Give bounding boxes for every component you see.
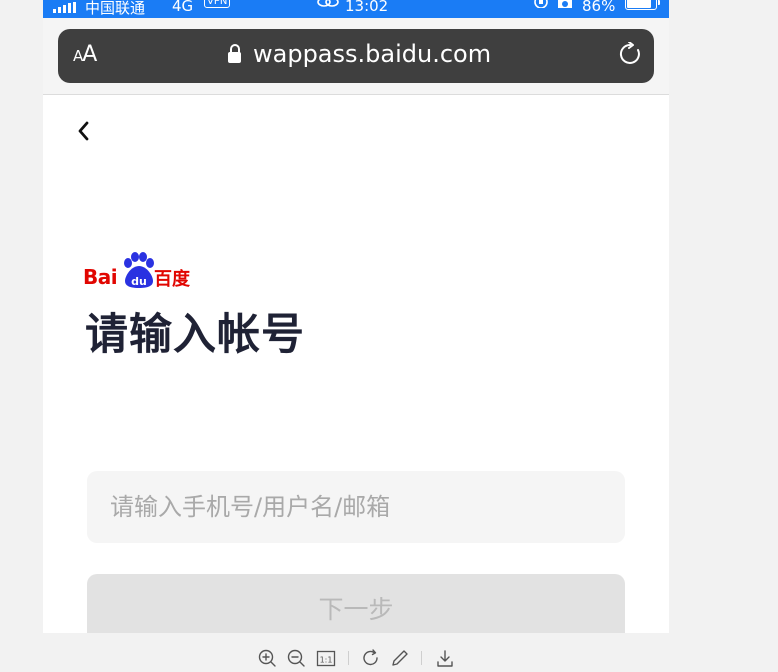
page-title: 请输入帐号 — [85, 310, 305, 360]
lock-icon — [228, 44, 241, 65]
account-input[interactable] — [87, 471, 625, 543]
next-step-button[interactable]: 下一步 — [87, 574, 625, 633]
toolbar-divider — [348, 651, 349, 665]
rotate-icon[interactable] — [361, 648, 381, 668]
actual-size-icon[interactable]: 1:1 — [316, 648, 336, 668]
back-icon[interactable] — [74, 119, 92, 143]
actual-size-label: 1:1 — [320, 656, 333, 665]
url-text[interactable]: wappass.baidu.com — [253, 40, 491, 68]
toolbar-divider — [421, 651, 422, 665]
download-icon[interactable] — [435, 648, 455, 668]
text-size-small-label: A — [73, 47, 83, 65]
zoom-out-icon[interactable] — [286, 648, 306, 668]
login-page: Bai du 百度 请输入帐号 下一步 — [43, 95, 669, 633]
link-icon — [317, 0, 339, 12]
baidu-logo: Bai du 百度 — [83, 250, 195, 290]
address-bar[interactable]: AA wappass.baidu.com — [58, 29, 654, 83]
zoom-in-icon[interactable] — [257, 648, 277, 668]
alarm-icon — [558, 0, 572, 13]
logo-text-baidu-cn: 百度 — [154, 269, 190, 290]
text-size-button[interactable]: AA — [73, 42, 97, 67]
status-bar: 中国联通 4G VPN 13:02 86% — [43, 0, 669, 18]
logo-text-bai: Bai — [83, 265, 118, 289]
orientation-lock-icon — [533, 0, 549, 12]
text-size-large-label: A — [82, 42, 97, 67]
paw-icon: du — [124, 252, 154, 288]
battery-percent: 86% — [582, 0, 616, 15]
network-type: 4G — [172, 0, 194, 15]
logo-text-du: du — [131, 275, 147, 288]
vpn-badge: VPN — [204, 0, 231, 8]
carrier-name: 中国联通 — [85, 0, 146, 17]
image-viewer-toolbar: 1:1 — [0, 633, 778, 668]
signal-icon — [53, 2, 76, 13]
battery-icon — [625, 0, 660, 10]
phone-screen: 中国联通 4G VPN 13:02 86% AA wappass.baidu.c… — [43, 0, 669, 633]
reload-icon[interactable] — [618, 41, 642, 66]
edit-icon[interactable] — [390, 648, 410, 668]
clock: 13:02 — [345, 0, 389, 15]
